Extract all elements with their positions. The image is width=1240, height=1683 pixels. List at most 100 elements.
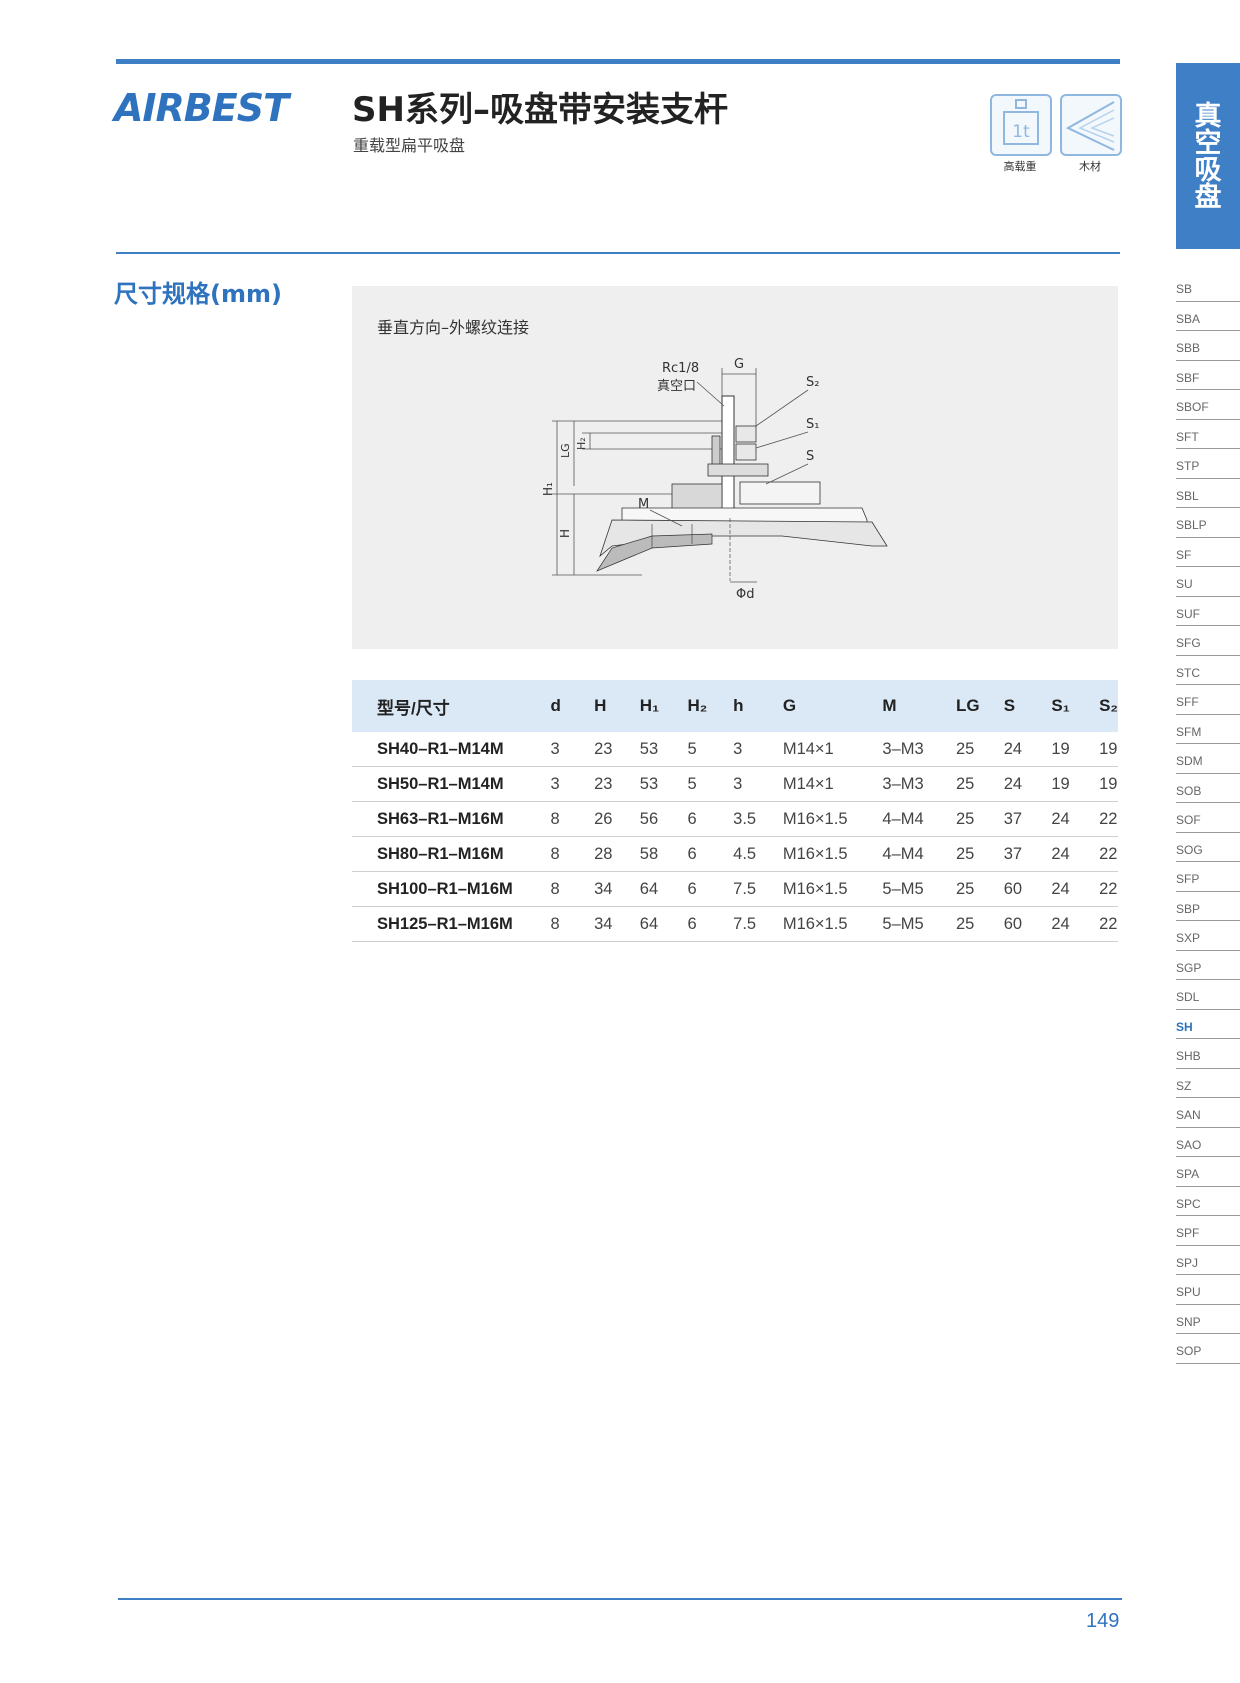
- table-cell: 24: [1047, 801, 1096, 837]
- series-nav-item[interactable]: SBL: [1176, 479, 1240, 508]
- series-nav-item[interactable]: SAN: [1176, 1098, 1240, 1128]
- series-nav-item[interactable]: SBF: [1176, 361, 1240, 390]
- col-header: S₁: [1047, 680, 1096, 732]
- col-header: 型号/尺寸: [352, 680, 547, 732]
- series-nav-item[interactable]: SH: [1176, 1010, 1240, 1039]
- table-cell: 60: [999, 906, 1048, 942]
- top-rule: [116, 59, 1120, 64]
- series-nav-item[interactable]: SGP: [1176, 951, 1240, 980]
- page-subtitle: 重载型扁平吸盘: [353, 136, 466, 155]
- series-nav-item[interactable]: SPF: [1176, 1216, 1240, 1246]
- series-nav-item[interactable]: SFT: [1176, 420, 1240, 449]
- table-cell: SH80–R1–M16M: [352, 836, 547, 872]
- spec-table: 型号/尺寸 d H H₁ H₂ h G M LG S S₁ S₂ SH40–R1…: [352, 680, 1118, 942]
- table-cell: 22: [1095, 836, 1118, 872]
- series-nav-item[interactable]: SF: [1176, 538, 1240, 567]
- series-nav-item[interactable]: SB: [1176, 272, 1240, 302]
- table-cell: 8: [546, 871, 591, 907]
- series-nav-item[interactable]: SU: [1176, 567, 1240, 597]
- category-tab[interactable]: 真空吸盘: [1176, 63, 1240, 249]
- series-nav-item[interactable]: SFF: [1176, 685, 1240, 715]
- col-header: H₂: [683, 680, 730, 732]
- label-vacuum-port: 真空口: [657, 379, 696, 394]
- table-cell: 25: [952, 766, 1000, 802]
- series-nav-item[interactable]: SNP: [1176, 1305, 1240, 1334]
- table-row: SH100–R1–M16M 8 34 64 6 7.5 M16×1.5 5–M5…: [352, 871, 1118, 907]
- table-cell: 24: [1047, 871, 1096, 907]
- table-cell: 6: [683, 906, 730, 942]
- col-header: S₂: [1095, 680, 1118, 732]
- table-row: SH50–R1–M14M 3 23 53 5 3 M14×1 3–M3 25 2…: [352, 766, 1118, 802]
- col-header: S: [999, 680, 1048, 732]
- label-h1: H₁: [541, 482, 555, 496]
- series-nav-item[interactable]: SBA: [1176, 302, 1240, 331]
- col-header: M: [878, 680, 952, 732]
- series-nav-item[interactable]: SHB: [1176, 1039, 1240, 1069]
- series-nav-item[interactable]: SOB: [1176, 774, 1240, 803]
- label-s: S: [806, 449, 814, 464]
- table-cell: 64: [635, 906, 684, 942]
- table-row: SH63–R1–M16M 8 26 56 6 3.5 M16×1.5 4–M4 …: [352, 801, 1118, 837]
- series-nav-item[interactable]: SBP: [1176, 892, 1240, 921]
- series-nav-item[interactable]: SXP: [1176, 921, 1240, 951]
- table-cell: 28: [590, 836, 636, 872]
- section-divider: [116, 252, 1120, 254]
- table-cell: M14×1: [778, 766, 879, 802]
- series-nav-item[interactable]: SDM: [1176, 744, 1240, 774]
- series-nav-item[interactable]: SPC: [1176, 1187, 1240, 1216]
- label-m: M: [638, 497, 649, 512]
- heavy-load-icon: 1t: [990, 94, 1052, 156]
- series-nav-item[interactable]: SAO: [1176, 1128, 1240, 1157]
- dimension-diagram-panel: 垂直方向–外螺纹连接 H₁ H LG H₂ G Rc1/8 真空口 S₂ S₁ …: [352, 286, 1118, 649]
- table-row: SH40–R1–M14M 3 23 53 5 3 M14×1 3–M3 25 2…: [352, 732, 1118, 767]
- series-nav-item[interactable]: STP: [1176, 449, 1240, 479]
- series-nav-item[interactable]: SOP: [1176, 1334, 1240, 1364]
- feature-label-heavy-load: 高载重: [1003, 160, 1037, 173]
- table-header-row: 型号/尺寸 d H H₁ H₂ h G M LG S S₁ S₂: [352, 680, 1118, 732]
- table-cell: 24: [999, 766, 1048, 802]
- table-cell: 24: [999, 732, 1048, 767]
- series-nav-item[interactable]: SUF: [1176, 597, 1240, 626]
- series-nav-item[interactable]: SZ: [1176, 1069, 1240, 1098]
- label-s2: S₂: [806, 375, 819, 390]
- table-cell: 19: [1047, 732, 1096, 767]
- series-nav-item[interactable]: SFP: [1176, 862, 1240, 892]
- footer-rule: [118, 1598, 1122, 1600]
- table-cell: 56: [635, 801, 684, 837]
- label-phi-d: Φd: [736, 587, 754, 602]
- table-cell: 6: [683, 801, 730, 837]
- page-number: 149: [1086, 1610, 1120, 1632]
- series-nav-item[interactable]: SPA: [1176, 1157, 1240, 1187]
- series-nav-item[interactable]: SOG: [1176, 833, 1240, 862]
- series-nav-item[interactable]: SBOF: [1176, 390, 1240, 420]
- table-cell: 58: [635, 836, 684, 872]
- label-s1: S₁: [806, 417, 819, 432]
- series-nav-item[interactable]: SDL: [1176, 980, 1240, 1010]
- col-header: H₁: [635, 680, 684, 732]
- table-cell: SH63–R1–M16M: [352, 801, 547, 837]
- table-cell: 19: [1095, 766, 1118, 802]
- series-nav-item[interactable]: SBB: [1176, 331, 1240, 361]
- table-cell: 6: [683, 871, 730, 907]
- series-nav-item[interactable]: SBLP: [1176, 508, 1240, 538]
- series-nav-item[interactable]: STC: [1176, 656, 1240, 685]
- series-nav-item[interactable]: SPJ: [1176, 1246, 1240, 1275]
- table-cell: 3: [729, 766, 779, 802]
- table-cell: 3: [729, 732, 779, 767]
- table-cell: 26: [590, 801, 636, 837]
- table-cell: 23: [590, 732, 636, 767]
- table-cell: 22: [1095, 906, 1118, 942]
- table-cell: 34: [590, 871, 636, 907]
- table-cell: 60: [999, 871, 1048, 907]
- table-cell: 22: [1095, 801, 1118, 837]
- label-lg: LG: [559, 443, 572, 458]
- table-row: SH125–R1–M16M 8 34 64 6 7.5 M16×1.5 5–M5…: [352, 906, 1118, 942]
- table-cell: 24: [1047, 906, 1096, 942]
- label-g: G: [734, 357, 744, 372]
- series-nav-item[interactable]: SFG: [1176, 626, 1240, 656]
- table-cell: 25: [952, 801, 1000, 837]
- series-nav-item[interactable]: SFM: [1176, 715, 1240, 744]
- heavy-load-glyph: 1t: [1012, 122, 1030, 142]
- series-nav-item[interactable]: SPU: [1176, 1275, 1240, 1305]
- series-nav-item[interactable]: SOF: [1176, 803, 1240, 833]
